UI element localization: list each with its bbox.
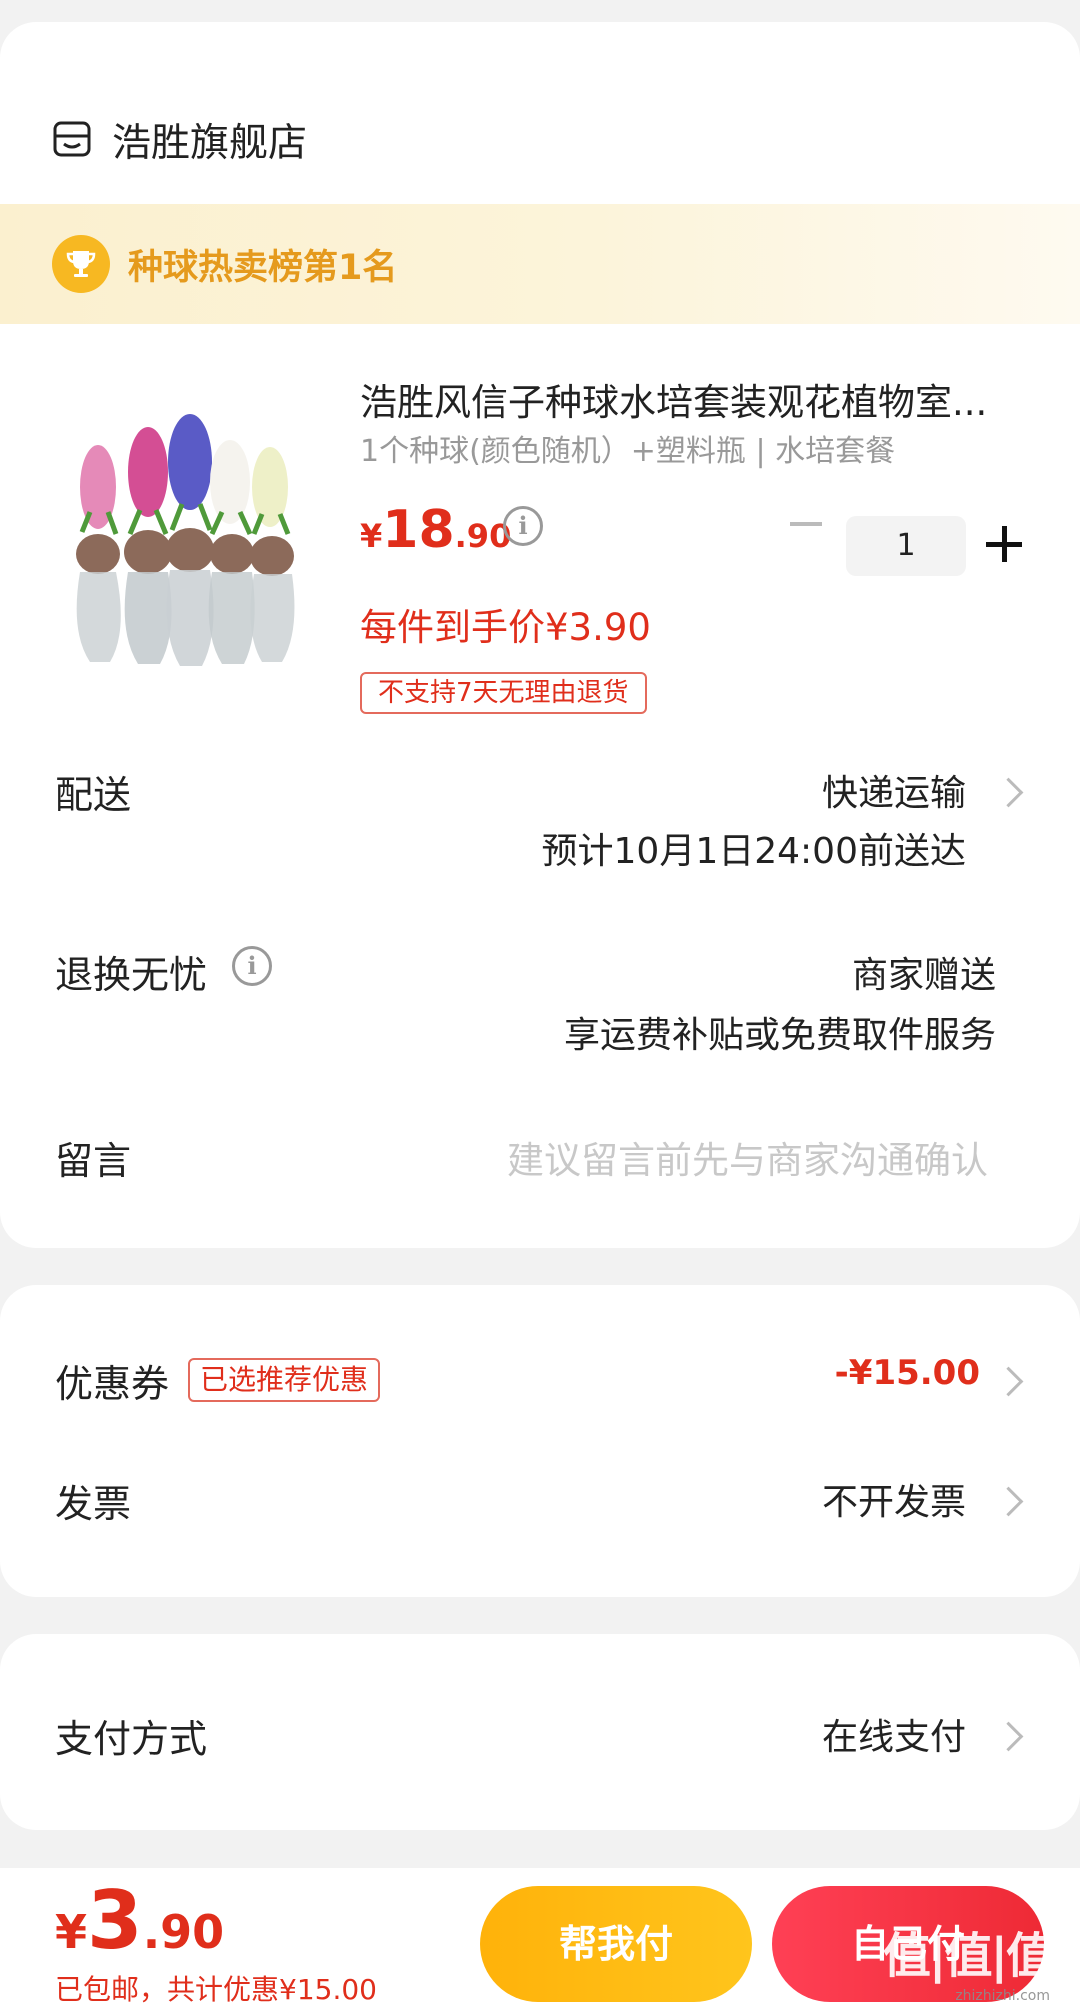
watermark-url: zhizhizhi.com xyxy=(955,1988,1050,2004)
invoice-value[interactable]: 不开发票 xyxy=(822,1473,966,1525)
discount-card: 优惠券 已选推荐优惠 -¥15.00 发票 不开发票 xyxy=(0,1285,1080,1597)
returns-detail: 享运费补贴或免费取件服务 xyxy=(563,1015,996,1056)
delivery-eta: 预计10月1日24:00前送达 xyxy=(541,831,966,872)
total-price-integer: 3 xyxy=(87,1874,143,1967)
price-integer: 18 xyxy=(382,500,455,560)
chevron-right-icon[interactable] xyxy=(993,1721,1024,1752)
chevron-right-icon[interactable] xyxy=(993,1366,1024,1397)
chevron-right-icon[interactable] xyxy=(993,777,1024,808)
increase-quantity-button[interactable] xyxy=(986,526,1022,562)
help-pay-button[interactable]: 帮我付 xyxy=(480,1886,752,2002)
coupon-discount[interactable]: -¥15.00 xyxy=(835,1353,980,1393)
total-price-symbol: ¥ xyxy=(55,1905,88,1959)
total-price: ¥ 3 .90 xyxy=(55,1874,224,1967)
total-price-decimal: .90 xyxy=(142,1905,225,1959)
payment-value[interactable]: 在线支付 xyxy=(822,1708,966,1760)
quantity-input[interactable]: 1 xyxy=(846,516,966,576)
delivery-method[interactable]: 快递运输 xyxy=(822,764,966,816)
store-icon xyxy=(53,121,91,157)
checkout-bar: ¥ 3 .90 已包邮，共计优惠¥15.00 帮我付 自己付 值|值|值 zhi… xyxy=(0,1868,1080,2015)
payment-label: 支付方式 xyxy=(55,1717,208,1761)
product-price: ¥ 18 .90 xyxy=(360,500,511,560)
product-image[interactable] xyxy=(60,392,310,672)
product-title[interactable]: 浩胜风信子种球水培套装观花植物室... xyxy=(360,372,1020,426)
payment-card: 支付方式 在线支付 xyxy=(0,1634,1080,1830)
decrease-quantity-button[interactable] xyxy=(790,522,822,526)
watermark-logo: 值|值|值 xyxy=(882,1928,1054,1984)
product-sku[interactable]: 1个种球(颜色随机）+塑料瓶 | 水培套餐 xyxy=(360,426,895,470)
message-input[interactable]: 建议留言前先与商家沟通确认 xyxy=(507,1130,988,1184)
price-symbol: ¥ xyxy=(360,517,383,555)
rank-text: 种球热卖榜第1名 xyxy=(128,247,398,288)
return-policy-badge: 不支持7天无理由退货 xyxy=(360,672,647,714)
returns-value: 商家赠送 xyxy=(851,955,996,996)
order-card: 浩胜旗舰店 种球热卖榜第1名 浩胜风信子种球水培套装观花植物室... 1个种球(… xyxy=(0,22,1080,1248)
unit-price: 每件到手价¥3.90 xyxy=(360,606,651,649)
coupon-tag: 已选推荐优惠 xyxy=(188,1358,381,1402)
price-info-icon[interactable]: i xyxy=(503,506,543,546)
rank-banner[interactable]: 种球热卖榜第1名 xyxy=(0,204,1080,324)
trophy-icon xyxy=(52,235,110,293)
store-name: 浩胜旗舰店 xyxy=(112,121,308,166)
returns-label: 退换无忧 xyxy=(55,953,208,997)
order-summary: 已包邮，共计优惠¥15.00 xyxy=(55,1973,377,2006)
delivery-label: 配送 xyxy=(55,773,132,817)
invoice-label: 发票 xyxy=(55,1482,132,1526)
store-header[interactable]: 浩胜旗舰店 xyxy=(52,100,307,180)
returns-info-icon[interactable]: i xyxy=(232,946,272,986)
coupon-label: 优惠券 xyxy=(55,1362,170,1406)
message-label: 留言 xyxy=(55,1139,132,1183)
chevron-right-icon[interactable] xyxy=(993,1486,1024,1517)
